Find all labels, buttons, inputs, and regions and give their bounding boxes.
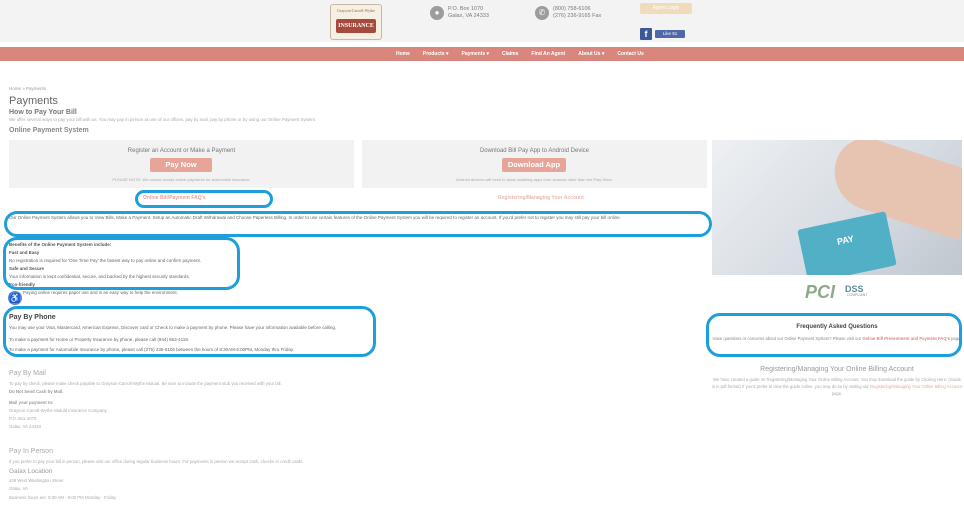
agent-login-button[interactable]: Agent Login xyxy=(640,3,692,14)
address-line-1: P.O. Box 1070 xyxy=(448,6,484,12)
highlight-benefits xyxy=(3,237,240,290)
breadcrumb[interactable]: Home » Payments xyxy=(9,86,46,91)
phone-line-2: (276) 236-9165 Fax xyxy=(553,13,602,19)
mail-text-1: To pay by check, please make check payab… xyxy=(9,381,282,386)
accessibility-icon[interactable]: ♿ xyxy=(8,291,22,305)
nav-item-home[interactable]: Home xyxy=(396,47,410,61)
manage-account-text-after: page. xyxy=(831,391,843,396)
pay-key-image: PAY xyxy=(712,140,962,275)
mail-text-2: Do Not Send Cash by Mail. xyxy=(9,389,64,394)
logo-top-text: Grayson-Carroll-Wythe xyxy=(337,8,375,13)
nav-item-find-agent[interactable]: Find An Agent xyxy=(531,47,565,61)
nav-item-contact-us[interactable]: Contact Us xyxy=(617,47,643,61)
pci-logo-text: PCI xyxy=(805,282,836,302)
phone-line-1: (800) 758-6106 xyxy=(553,6,591,12)
benefit-green-text: Paying online requires paper use and is … xyxy=(23,290,178,295)
page-subtitle: How to Pay Your Bill xyxy=(9,109,77,116)
pay-key: PAY xyxy=(797,211,897,275)
register-card-note: PLEASE NOTE: We cannot accept online pay… xyxy=(112,177,251,182)
highlight-faq-section xyxy=(706,313,962,357)
register-card: Register an Account or Make a Payment Pa… xyxy=(9,140,354,188)
pay-in-person-heading: Pay In Person xyxy=(9,448,53,455)
manage-account-page-link[interactable]: Registering/Managing Your Online Billing… xyxy=(870,384,962,389)
manage-account-title: Registering/Managing Your Online Billing… xyxy=(760,366,914,373)
page-title: Payments xyxy=(9,95,58,107)
nav-item-claims[interactable]: Claims xyxy=(502,47,518,61)
facebook-like-button[interactable]: Like 91 xyxy=(655,30,685,38)
manage-account-link[interactable]: Registering/Managing Your Account xyxy=(498,195,584,201)
pay-now-button[interactable]: Pay Now xyxy=(150,158,212,172)
mail-text-4: Grayson-Carroll-Wythe Mutual Insurance C… xyxy=(9,408,107,413)
address-block: ● P.O. Box 1070 Galax, VA 24333 xyxy=(430,6,489,20)
main-nav: Home Products ▾ Payments ▾ Claims Find A… xyxy=(0,47,964,61)
highlight-online-paragraph xyxy=(4,211,712,237)
app-card-title: Download Bill Pay App to Android Device xyxy=(479,148,590,154)
pay-by-mail-heading: Pay By Mail xyxy=(9,370,46,377)
mail-text-6: Galax, VA 24333 xyxy=(9,424,41,429)
highlight-pay-by-phone xyxy=(3,306,376,357)
phone-icon: ✆ xyxy=(535,6,549,20)
online-payment-heading: Online Payment System xyxy=(9,127,89,134)
facebook-icon[interactable]: f xyxy=(640,28,652,40)
highlight-faq-link xyxy=(135,190,273,208)
location-pin-icon: ● xyxy=(430,6,444,20)
company-logo[interactable]: Grayson-Carroll-Wythe INSURANCE xyxy=(330,4,382,40)
compliant-text: COMPLIANT xyxy=(847,293,868,297)
phone-block: ✆ (800) 758-6106 (276) 236-9165 Fax xyxy=(535,6,602,20)
register-card-title: Register an Account or Make a Payment xyxy=(127,148,236,154)
galax-location-heading: Galax Location xyxy=(9,468,53,475)
nav-item-payments[interactable]: Payments ▾ xyxy=(461,47,489,61)
address-line-2: Galax, VA 24333 xyxy=(448,13,489,19)
nav-item-products[interactable]: Products ▾ xyxy=(423,47,449,61)
galax-city: Galax, VA xyxy=(9,486,29,491)
site-header: Grayson-Carroll-Wythe INSURANCE ● P.O. B… xyxy=(0,0,964,42)
download-app-button[interactable]: Download App xyxy=(502,158,566,172)
intro-text: We offer several ways to pay your bill w… xyxy=(9,117,317,122)
nav-item-about-us[interactable]: About Us ▾ xyxy=(578,47,604,61)
business-hours: Business hours are: 8:30 AM - 5:00 PM Mo… xyxy=(9,495,116,500)
logo-main-text: INSURANCE xyxy=(336,19,376,33)
app-card: Download Bill Pay App to Android Device … xyxy=(362,140,707,188)
mail-text-5: P.O. Box 1070 xyxy=(9,416,37,421)
galax-street: 109 West Washington Street xyxy=(9,478,64,483)
in-person-text: If you prefer to pay your bill in person… xyxy=(9,459,304,464)
app-card-note: Android devices will need to allow insta… xyxy=(456,177,613,182)
mail-text-3: Mail your payment to: xyxy=(9,400,54,405)
manage-account-description: We have created a guide on Registering/M… xyxy=(712,376,962,397)
